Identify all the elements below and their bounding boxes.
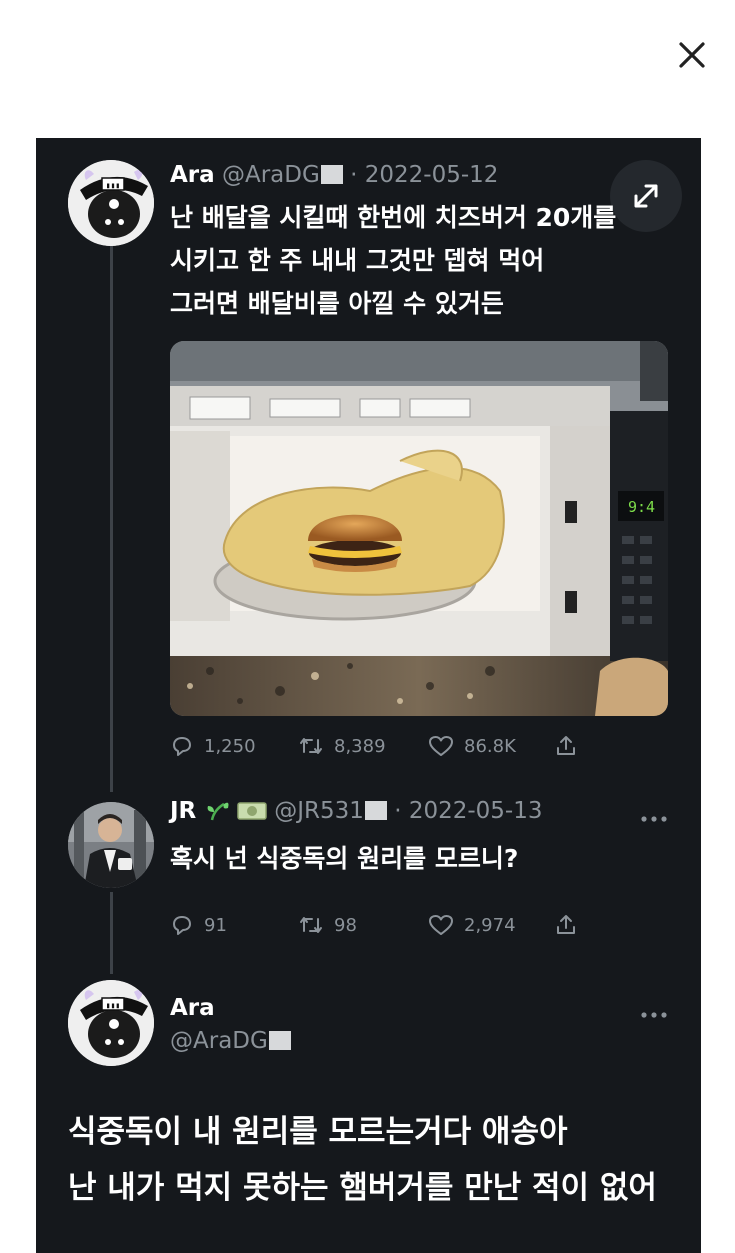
svg-text:▮▮▮: ▮▮▮	[106, 1002, 120, 1011]
more-icon	[641, 816, 667, 822]
reply-button[interactable]: 91	[170, 910, 227, 940]
reply-icon	[173, 737, 191, 756]
thread-line	[110, 244, 113, 792]
sprout-icon	[207, 802, 229, 821]
tweet-date[interactable]: · 2022-05-13	[394, 798, 542, 824]
tweet-header: Ara	[170, 995, 215, 1021]
money-emoji-icon	[237, 802, 267, 820]
redaction-box	[320, 165, 343, 184]
reply-count: 1,250	[204, 735, 256, 757]
retweet-icon	[300, 738, 322, 754]
tweet-actions: 91 98 2,974	[170, 910, 590, 940]
avatar-cartoon-image: ▮▮▮	[68, 980, 154, 1066]
share-icon	[557, 915, 575, 934]
tweet-text: 난 배달을 시킬때 한번에 치즈버거 20개를 시키고 한 주 내내 그것만 뎁…	[170, 196, 616, 325]
tweet-actions: 1,250 8,389 86.8K	[170, 731, 590, 761]
svg-text:▮▮▮: ▮▮▮	[106, 182, 120, 191]
user-handle[interactable]: @JR531	[274, 798, 364, 824]
reply-button[interactable]: 1,250	[170, 731, 256, 761]
tweet-header: JR @JR531 · 2022-05-13	[170, 798, 543, 824]
like-button[interactable]: 2,974	[428, 910, 516, 940]
more-options-button[interactable]	[640, 808, 668, 822]
redaction-box	[268, 1031, 291, 1050]
share-button[interactable]	[554, 910, 578, 940]
retweet-button[interactable]: 8,389	[298, 731, 386, 761]
more-icon	[641, 1012, 667, 1018]
close-icon	[679, 42, 705, 68]
retweet-icon	[300, 917, 322, 933]
display-name[interactable]: JR	[170, 798, 196, 824]
user-handle[interactable]: @AraDG	[222, 162, 320, 188]
reply-icon	[173, 916, 191, 935]
tweet-text: 혹시 넌 식중독의 원리를 모르니?	[170, 837, 518, 880]
redaction-box	[364, 801, 387, 820]
tweet-date[interactable]: · 2022-05-12	[350, 162, 498, 188]
retweet-button[interactable]: 98	[298, 910, 357, 940]
retweet-count: 98	[334, 914, 357, 936]
share-icon	[557, 736, 575, 755]
tweet-text-line: 식중독이 내 원리를 모르는거다 애송아	[68, 1114, 568, 1150]
retweet-count: 8,389	[334, 735, 386, 757]
display-name[interactable]: Ara	[170, 995, 215, 1021]
microwave-clock: 9:4	[628, 498, 655, 516]
heart-icon	[429, 736, 453, 756]
tweet-text-line: 혹시 넌 식중독의 원리를 모르니?	[170, 844, 519, 873]
expand-media-button[interactable]	[610, 160, 682, 232]
like-count: 86.8K	[464, 735, 516, 757]
tweet-media-photo[interactable]: 9:4	[170, 341, 668, 716]
tweet-text-line: 난 배달을 시킬때 한번에 치즈버거 20개를	[170, 203, 617, 232]
thread-line	[110, 892, 113, 974]
expand-icon	[634, 184, 658, 208]
close-button[interactable]	[675, 38, 709, 72]
tweet-header: Ara @AraDG · 2022-05-12	[170, 162, 498, 188]
heart-icon	[429, 915, 453, 935]
display-name[interactable]: Ara	[170, 162, 215, 188]
like-button[interactable]: 86.8K	[428, 731, 516, 761]
avatar[interactable]	[68, 802, 154, 888]
avatar-photo-image	[68, 802, 154, 888]
avatar[interactable]: ▮▮▮	[68, 160, 154, 246]
tweet-header: @AraDG	[170, 1028, 291, 1054]
avatar[interactable]: ▮▮▮	[68, 980, 154, 1066]
reply-count: 91	[204, 914, 227, 936]
tweet-text: 식중독이 내 원리를 모르는거다 애송아 난 내가 먹지 못하는 햄버거를 만난…	[68, 1104, 657, 1216]
like-count: 2,974	[464, 914, 516, 936]
avatar-cartoon-image: ▮▮▮	[68, 160, 154, 246]
more-options-button[interactable]	[640, 1004, 668, 1018]
user-handle[interactable]: @AraDG	[170, 1028, 268, 1054]
tweet-text-line: 난 내가 먹지 못하는 햄버거를 만난 적이 없어	[68, 1170, 657, 1206]
tweet-text-line: 그러면 배달비를 아낄 수 있거든	[170, 289, 504, 318]
share-button[interactable]	[554, 731, 578, 761]
tweet-thread-screenshot: ▮▮▮ Ara @AraDG · 2022-05-12 난 배달을 시킬때 한번…	[36, 138, 701, 1253]
microwave-burger-photo: 9:4	[170, 341, 668, 716]
tweet-text-line: 시키고 한 주 내내 그것만 뎁혀 먹어	[170, 246, 545, 275]
